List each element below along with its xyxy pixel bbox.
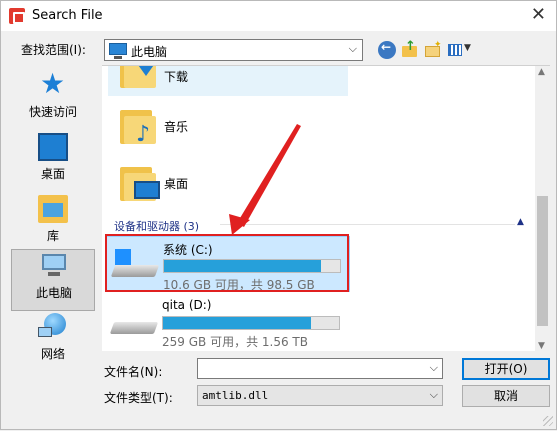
music-folder-icon: ♪ xyxy=(120,106,156,147)
scroll-thumb[interactable] xyxy=(537,196,548,326)
collapse-caret-icon[interactable]: ▲ xyxy=(517,217,524,227)
place-this-pc[interactable]: 此电脑 xyxy=(11,249,95,311)
place-library[interactable]: 库 xyxy=(11,193,95,255)
title-bar: Search File ✕ xyxy=(1,1,556,31)
quick-access-star-icon xyxy=(38,67,68,100)
place-label: 库 xyxy=(46,229,59,243)
computer-icon xyxy=(109,43,127,59)
downloads-folder-icon xyxy=(120,66,156,88)
drive-usage-bar xyxy=(162,316,340,330)
filetype-value: amtlib.dll xyxy=(202,389,269,402)
chevron-down-icon[interactable]: ⌵ xyxy=(349,42,357,56)
network-icon xyxy=(38,313,68,341)
folder-label: 桌面 xyxy=(164,177,189,191)
lookin-dropdown[interactable]: 此电脑 ⌵ xyxy=(104,39,363,61)
open-button[interactable]: 打开(O) xyxy=(462,358,550,380)
desktop-folder-icon xyxy=(120,163,160,201)
folder-label: 下载 xyxy=(164,70,189,84)
folder-downloads[interactable]: 下载 xyxy=(108,66,348,96)
library-icon xyxy=(38,195,68,223)
group-divider xyxy=(220,224,515,225)
close-icon[interactable]: ✕ xyxy=(531,6,546,24)
chevron-down-icon[interactable]: ⌵ xyxy=(430,388,438,402)
desktop-icon xyxy=(38,133,68,161)
resize-grip[interactable] xyxy=(543,416,553,426)
place-network[interactable]: 网络 xyxy=(11,311,95,373)
place-label: 桌面 xyxy=(40,167,65,181)
chevron-down-icon[interactable]: ⌵ xyxy=(430,361,438,375)
file-dialog-window: Search File ✕ 查找范围(I): 此电脑 ⌵ ↑ ✦ ▼ 快速访问 … xyxy=(0,0,557,430)
lookin-label: 查找范围(I): xyxy=(21,43,86,57)
view-menu-icon[interactable]: ▼ xyxy=(447,41,473,59)
scroll-down-icon[interactable]: ▼ xyxy=(538,341,545,351)
place-label: 此电脑 xyxy=(35,286,72,300)
places-bar: 快速访问 桌面 库 此电脑 网络 xyxy=(3,67,101,361)
vertical-scrollbar[interactable]: ▲ ▼ xyxy=(535,66,550,351)
new-folder-icon[interactable]: ✦ xyxy=(424,40,442,59)
filename-label: 文件名(N): xyxy=(104,365,163,379)
drive-name: qita (D:) xyxy=(162,298,212,312)
back-icon[interactable] xyxy=(378,40,396,59)
lookin-value: 此电脑 xyxy=(131,45,168,59)
app-icon xyxy=(9,8,25,24)
up-folder-icon[interactable]: ↑ xyxy=(401,39,419,59)
file-list[interactable]: 下载 ♪ 音乐 桌面 设备和驱动器 (3) ▲ 系统 (C:) 10.6 GB … xyxy=(102,65,550,351)
drive-free-space: 259 GB 可用，共 1.56 TB xyxy=(162,335,308,349)
filetype-dropdown[interactable]: amtlib.dll ⌵ xyxy=(197,385,443,406)
folder-label: 音乐 xyxy=(164,120,189,134)
place-label: 快速访问 xyxy=(28,105,77,119)
annotation-highlight-box xyxy=(105,234,349,292)
filetype-label: 文件类型(T): xyxy=(104,391,173,405)
place-quick-access[interactable]: 快速访问 xyxy=(11,67,95,131)
filename-field[interactable]: ⌵ xyxy=(197,358,443,379)
this-pc-icon xyxy=(39,252,69,280)
folder-music[interactable]: ♪ 音乐 xyxy=(108,100,348,152)
folder-desktop[interactable]: 桌面 xyxy=(108,157,348,209)
devices-group-header[interactable]: 设备和驱动器 (3) xyxy=(114,218,199,234)
cancel-button[interactable]: 取消 xyxy=(462,385,550,407)
drive-icon xyxy=(109,310,159,338)
place-label: 网络 xyxy=(40,347,65,361)
window-title: Search File xyxy=(32,8,103,23)
scroll-up-icon[interactable]: ▲ xyxy=(538,67,545,77)
drive-d[interactable]: qita (D:) 259 GB 可用，共 1.56 TB xyxy=(106,294,350,350)
place-desktop[interactable]: 桌面 xyxy=(11,131,95,193)
